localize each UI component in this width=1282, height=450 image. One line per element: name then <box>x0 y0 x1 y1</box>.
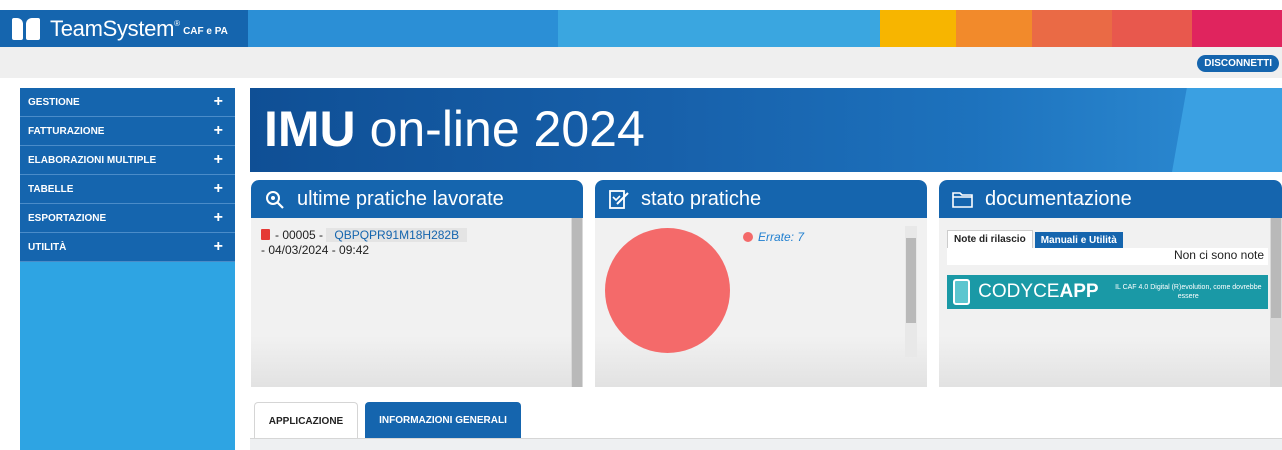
banner-title: IMU on-line 2024 <box>264 101 645 157</box>
status-panel: stato pratiche Errate: 7 <box>595 180 927 387</box>
status-pie-chart <box>605 228 730 353</box>
legend-dot <box>743 232 753 242</box>
panel-title: ultime pratiche lavorate <box>297 187 504 210</box>
chart-legend: Errate: 7 <box>743 230 804 244</box>
folder-icon <box>952 192 973 208</box>
scrollbar[interactable] <box>1270 218 1282 387</box>
sidebar-menu: GESTIONE + FATTURAZIONE + ELABORAZIONI MUL… <box>20 88 235 450</box>
disconnect-button[interactable]: DISCONNETTI <box>1197 55 1279 72</box>
brand-subtitle: CAF e PA <box>183 26 228 37</box>
plus-icon: + <box>213 122 223 139</box>
sidebar-item-esportazione[interactable]: ESPORTAZIONE + <box>20 204 235 233</box>
recent-files-panel: ultime pratiche lavorate - 00005 - QBPQP… <box>251 180 583 387</box>
tab-applicazione[interactable]: APPLICAZIONE <box>254 402 358 439</box>
sidebar-item-fatturazione[interactable]: FATTURAZIONE + <box>20 117 235 146</box>
pie-slice-errate <box>605 228 730 353</box>
header-color-strip <box>248 10 558 47</box>
legend-scrollbar[interactable] <box>905 226 917 357</box>
plus-icon: + <box>213 180 223 197</box>
recent-item-date: - 04/03/2024 - 09:42 <box>261 243 370 257</box>
teamsystem-logo-icon <box>12 16 42 42</box>
tab-informazioni-generali[interactable]: INFORMAZIONI GENERALI <box>365 402 521 439</box>
search-gear-icon <box>266 191 284 209</box>
tax-code-link[interactable]: QBPQPR91M18H282B <box>326 228 468 242</box>
legend-errate[interactable]: Errate: 7 <box>758 230 804 244</box>
documentation-panel: documentazione Note di rilascio Manuali … <box>939 180 1282 387</box>
panel-title: stato pratiche <box>641 187 762 210</box>
sidebar-item-gestione[interactable]: GESTIONE + <box>20 88 235 117</box>
app-header: TeamSystem ® CAF e PA <box>0 10 1282 47</box>
panel-header: stato pratiche <box>595 180 927 218</box>
phone-icon <box>953 279 971 305</box>
codyce-app-banner[interactable]: CODYCEAPP IL CAF 4.0 Digital (R)evolutio… <box>947 275 1268 309</box>
sidebar-item-elaborazioni-multiple[interactable]: ELABORAZIONI MULTIPLE + <box>20 146 235 175</box>
sidebar-item-tabelle[interactable]: TABELLE + <box>20 175 235 204</box>
docs-tabs: Note di rilascio Manuali e Utilità <box>947 230 1123 250</box>
top-toolbar: DISCONNETTI <box>0 47 1282 78</box>
plus-icon: + <box>213 151 223 168</box>
sidebar-item-utilita[interactable]: UTILITÀ + <box>20 233 235 262</box>
bottom-tabs: APPLICAZIONE INFORMAZIONI GENERALI <box>250 400 1282 450</box>
scrollbar[interactable] <box>571 218 583 387</box>
plus-icon: + <box>213 238 223 255</box>
recent-item[interactable]: - 00005 - QBPQPR91M18H282B <box>261 228 468 242</box>
panel-header: documentazione <box>939 180 1282 218</box>
tab-content-strip <box>250 438 1282 450</box>
panel-header: ultime pratiche lavorate <box>251 180 583 218</box>
plus-icon: + <box>213 93 223 110</box>
brand-name: TeamSystem <box>50 15 175 41</box>
panel-title: documentazione <box>985 187 1132 210</box>
product-banner: IMU on-line 2024 <box>250 88 1282 172</box>
release-notes: Non ci sono note <box>947 248 1268 265</box>
pdf-icon <box>261 229 270 240</box>
plus-icon: + <box>213 209 223 226</box>
brand: TeamSystem ® CAF e PA <box>0 10 248 47</box>
edit-document-icon <box>609 190 629 209</box>
tab-note-di-rilascio[interactable]: Note di rilascio <box>947 230 1033 248</box>
